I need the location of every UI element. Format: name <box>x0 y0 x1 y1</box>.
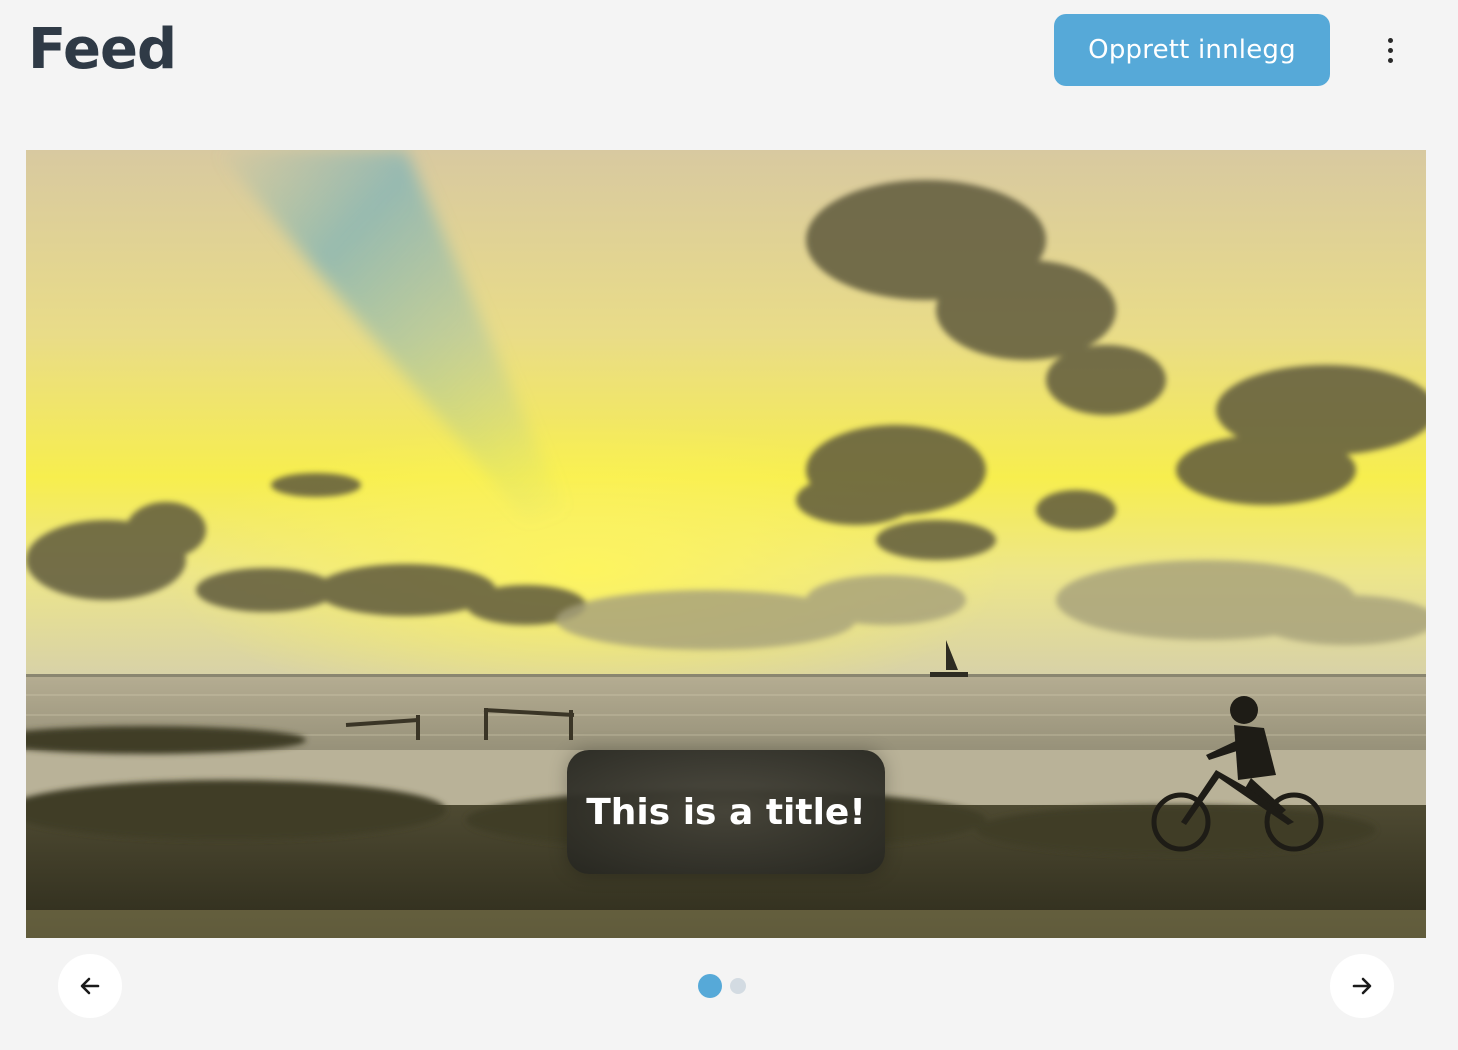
arrow-left-icon <box>80 977 100 995</box>
slide-title: This is a title! <box>586 791 866 833</box>
carousel-slide[interactable]: This is a title! <box>26 150 1426 938</box>
arrow-right-icon <box>1352 977 1372 995</box>
next-slide-button[interactable] <box>1330 954 1394 1018</box>
page-title: Feed <box>28 17 177 82</box>
more-options-icon[interactable] <box>1368 28 1412 72</box>
previous-slide-button[interactable] <box>58 954 122 1018</box>
pagination-dot-1[interactable] <box>698 974 722 998</box>
pagination-dot-2[interactable] <box>730 978 746 994</box>
create-post-button[interactable]: Opprett innlegg <box>1054 14 1330 86</box>
carousel-pagination <box>698 974 746 998</box>
slide-caption: This is a title! <box>567 750 885 874</box>
feed-page: Feed Opprett innlegg This is a title! <box>0 0 1458 1050</box>
